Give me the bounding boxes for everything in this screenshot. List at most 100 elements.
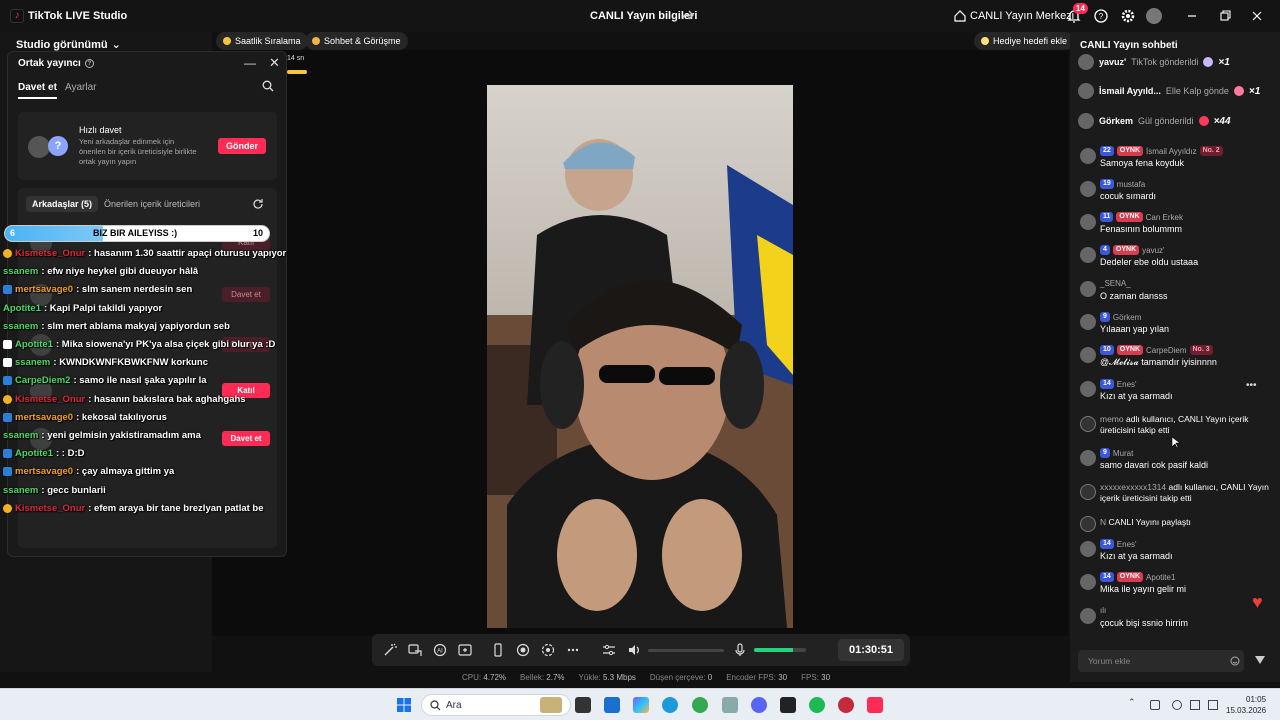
comment-input[interactable]: Yorum ekle xyxy=(1078,650,1244,672)
info-icon[interactable]: ? xyxy=(84,59,94,68)
home-icon xyxy=(954,10,966,22)
fan-club-badge: OYNK xyxy=(1116,345,1144,355)
network-icon[interactable] xyxy=(1150,700,1160,710)
search-icon[interactable] xyxy=(262,80,274,92)
clock-date: 15.03.2026 xyxy=(1226,706,1267,715)
chat-badge-icon xyxy=(3,285,12,295)
camera-switch-icon[interactable] xyxy=(541,643,555,657)
avatar xyxy=(1080,281,1096,297)
warning-badge-icon xyxy=(3,503,12,513)
more-options-icon[interactable]: ••• xyxy=(1246,380,1257,391)
chat-user: mustafa xyxy=(1116,179,1146,189)
camera-scene xyxy=(487,85,793,628)
chevron-down-icon: ⌄ xyxy=(111,39,121,51)
speaker-icon[interactable] xyxy=(627,643,641,657)
level-badge: 9 xyxy=(1100,448,1110,458)
edge-icon[interactable] xyxy=(662,697,678,713)
chevron-up-icon[interactable]: ⌃ xyxy=(1128,697,1138,707)
chat-user: _SENA_ xyxy=(1100,279,1131,288)
overlay-chat-line: Kismetse_Onur: hasanın bakıslara bak agh… xyxy=(3,394,246,405)
hourly-ranking-pill[interactable]: Saatlik Sıralama xyxy=(216,32,308,50)
app-icon[interactable] xyxy=(780,697,796,713)
avatar xyxy=(1080,608,1096,624)
studio-view-dropdown[interactable]: Studio görünümü ⌄ xyxy=(16,38,121,52)
microphone-icon[interactable] xyxy=(733,643,747,657)
profile-avatar[interactable] xyxy=(1146,8,1162,24)
microphone-tray-icon[interactable] xyxy=(1172,700,1182,710)
live-center-label: CANLI Yayın Merkezi xyxy=(970,10,1075,22)
phone-icon[interactable] xyxy=(491,643,505,657)
minimize-icon[interactable] xyxy=(1184,8,1200,24)
gift-action: Gül gönderildi xyxy=(1138,116,1194,126)
add-source-icon[interactable] xyxy=(458,643,472,657)
close-panel-icon[interactable]: ✕ xyxy=(269,55,280,71)
stat-value: 4.72% xyxy=(483,673,507,682)
chat-text: Kızı at ya sarmadı xyxy=(1100,551,1173,561)
battery-icon[interactable] xyxy=(1208,700,1218,710)
tiktok-live-icon[interactable] xyxy=(867,697,883,713)
send-icon[interactable] xyxy=(1254,654,1266,666)
magic-wand-icon[interactable] xyxy=(383,643,397,657)
discord-icon[interactable] xyxy=(751,697,767,713)
stat-label: CPU: xyxy=(462,673,482,682)
chat-text: Kızı at ya sarmadı xyxy=(1100,391,1173,401)
ai-icon[interactable]: AI xyxy=(433,643,447,657)
fan-club-badge: OYNK xyxy=(1112,245,1140,255)
maximize-icon[interactable] xyxy=(1217,8,1233,24)
chat-message: 9 Görkem Yılaaan yap yılan xyxy=(1078,312,1273,340)
fan-club-badge: OYNK xyxy=(1116,572,1144,582)
gift-action: TikTok gönderildi xyxy=(1131,57,1199,67)
record-icon[interactable] xyxy=(516,643,530,657)
overlay-chat-text: : Kapi Palpi takildi yapıyor xyxy=(44,302,163,314)
emoji-icon[interactable] xyxy=(1230,656,1240,666)
system-user: memo xyxy=(1100,414,1124,424)
chat-user: Enes' xyxy=(1116,379,1137,389)
task-view-icon[interactable] xyxy=(575,697,591,713)
outlook-icon[interactable] xyxy=(604,697,620,713)
refresh-icon[interactable] xyxy=(252,198,264,210)
clock[interactable]: 01:05 15.03.2026 xyxy=(1226,694,1266,716)
windows-start-icon[interactable] xyxy=(397,698,411,712)
speaker-tray-icon[interactable] xyxy=(1190,700,1200,710)
tab-settings[interactable]: Ayarlar xyxy=(65,82,97,93)
goal-left-value: 6 xyxy=(10,228,16,238)
invite-button[interactable]: Davet et xyxy=(222,431,270,446)
live-center-button[interactable]: CANLI Yayın Merkezi xyxy=(954,6,1074,26)
share-system-message: N CANLI Yayını paylaştı xyxy=(1078,514,1273,532)
gear-icon[interactable] xyxy=(1120,8,1136,24)
invite-button[interactable]: Davet et xyxy=(222,287,270,302)
clock-time: 01:05 xyxy=(1246,695,1267,704)
app-icon[interactable] xyxy=(838,697,854,713)
chat-badge-icon xyxy=(3,449,12,459)
live-timer: 01:30:51 xyxy=(838,639,904,661)
tab-suggested-creators[interactable]: Önerilen içerik üreticileri xyxy=(104,199,200,209)
chat-text: @𝓜𝓮𝓵𝓲𝓼𝓪 tamamdır iyisinnnn xyxy=(1100,357,1217,367)
speaker-volume-slider[interactable] xyxy=(648,649,724,652)
overlay-chat-user: Apotite1 xyxy=(15,448,53,460)
spotify-icon[interactable] xyxy=(809,697,825,713)
overlay-chat-line: ssanem: efw niye heykel gibi dueuyor hâl… xyxy=(3,266,198,277)
tab-friends[interactable]: Arkadaşlar (5) xyxy=(26,196,99,212)
studio-view-label: Studio görünümü xyxy=(16,38,108,51)
level-badge: 11 xyxy=(1100,212,1114,222)
help-icon[interactable]: ? xyxy=(1093,8,1109,24)
mic-volume-slider[interactable] xyxy=(754,648,806,652)
minimize-panel-icon[interactable]: — xyxy=(244,56,256,70)
tab-invite[interactable]: Davet et xyxy=(18,82,57,99)
gift-row: İsmail Ayyıld... Elle Kalp gönde ×1 xyxy=(1078,82,1273,100)
widgets-icon[interactable] xyxy=(540,697,562,713)
share-arrow-icon[interactable] xyxy=(681,8,695,22)
live-chat-title: CANLI Yayın sohbeti xyxy=(1080,40,1178,51)
send-button[interactable]: Gönder xyxy=(218,138,266,154)
audio-mixer-icon[interactable] xyxy=(602,643,616,657)
chat-meet-pill[interactable]: Sohbet & Görüşme xyxy=(305,32,408,50)
gift-goal-pill[interactable]: Hediye hedefi ekle xyxy=(974,32,1075,50)
translate-icon[interactable] xyxy=(408,643,422,657)
chrome-icon[interactable] xyxy=(692,697,708,713)
chat-text: samo davari cok pasif kaldi xyxy=(1100,460,1209,470)
chat-text: Mika ile yayın gelir mi xyxy=(1100,584,1187,594)
copilot-icon[interactable] xyxy=(633,697,649,713)
close-icon[interactable] xyxy=(1249,8,1265,24)
more-icon[interactable] xyxy=(566,643,580,657)
settings-app-icon[interactable] xyxy=(722,697,738,713)
